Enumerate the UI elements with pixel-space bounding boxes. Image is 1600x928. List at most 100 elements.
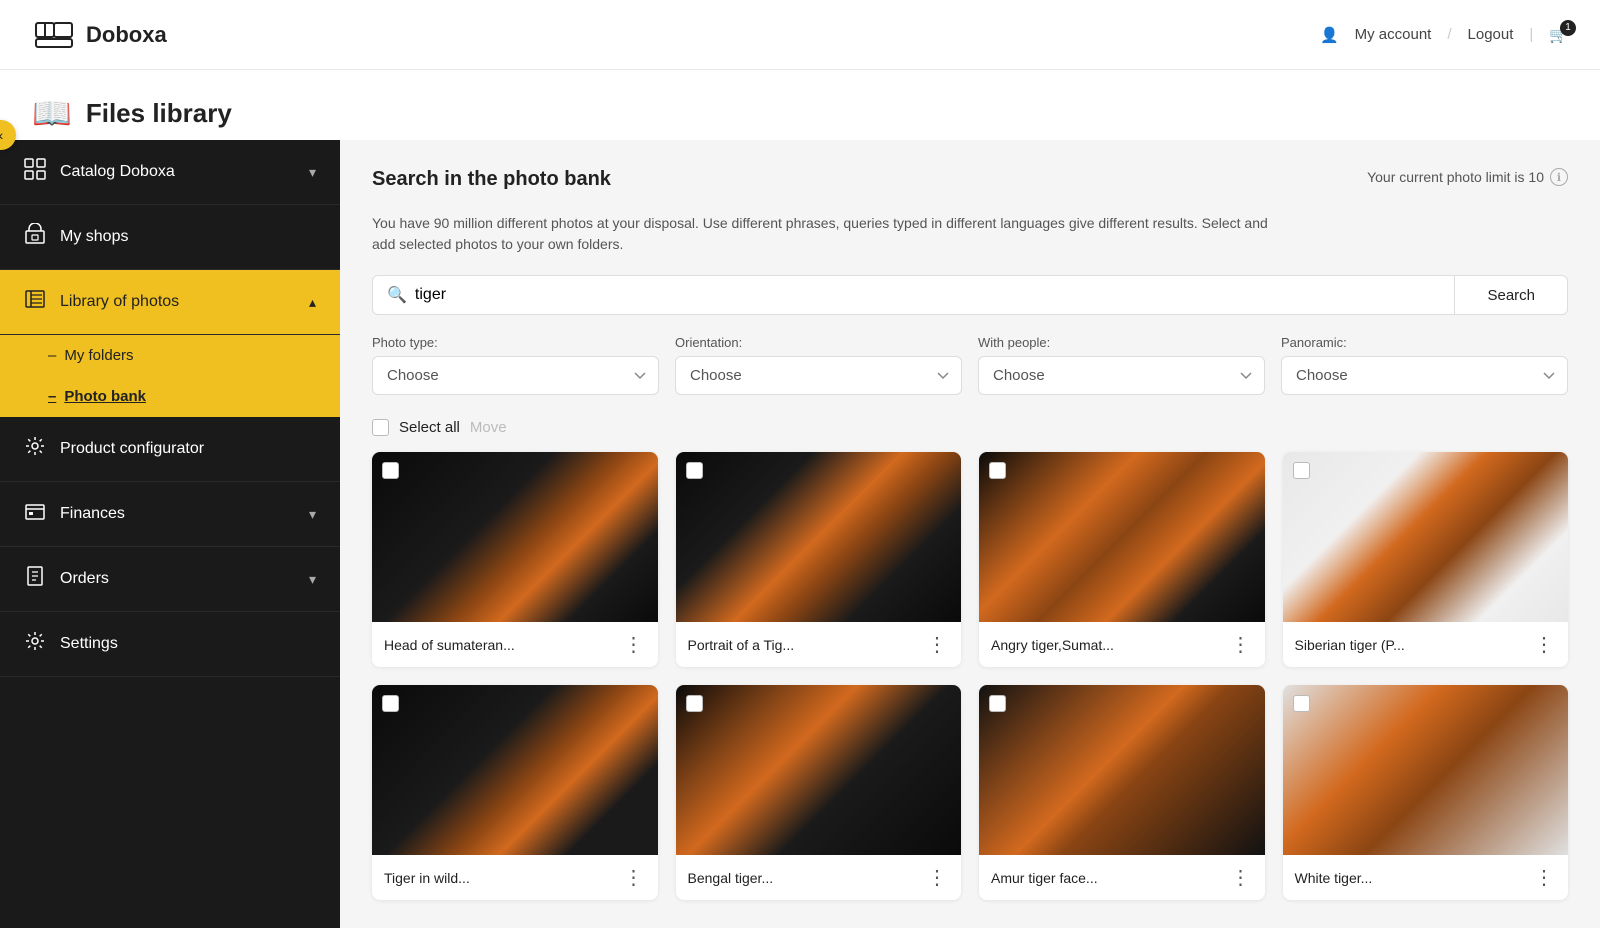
logout-link[interactable]: Logout	[1468, 26, 1514, 43]
select-all-checkbox[interactable]	[372, 419, 389, 436]
sidebar-item-settings[interactable]: Settings	[0, 612, 340, 677]
photo-card-4-image[interactable]	[1283, 452, 1569, 622]
filter-orientation-label: Orientation:	[675, 335, 962, 350]
photo-card-4-title: Siberian tiger (P...	[1295, 637, 1405, 653]
photo-card-2-image[interactable]	[676, 452, 962, 622]
filter-with-people-select[interactable]: Choose Yes No	[978, 356, 1265, 395]
sidebar-item-library-left: Library of photos	[24, 288, 179, 316]
photo-card-2-checkbox[interactable]	[686, 462, 703, 479]
photo-card-8: White tiger... ⋮	[1283, 685, 1569, 900]
photo-card-1-top	[372, 452, 658, 622]
sidebar-item-my-shops[interactable]: My shops	[0, 205, 340, 270]
sidebar-label-my-shops: My shops	[60, 228, 128, 246]
photo-card-3-top	[979, 452, 1265, 622]
cart-icon[interactable]: 🛒 1	[1549, 26, 1568, 44]
library-icon	[24, 288, 46, 316]
page-title: Files library	[86, 98, 232, 129]
filter-photo-type-select[interactable]: Choose Photo Illustration Vector	[372, 356, 659, 395]
topbar-separator: /	[1447, 26, 1451, 43]
photo-grid: Head of sumateran... ⋮ Portrait of a Tig…	[372, 452, 1568, 900]
sidebar-label-library: Library of photos	[60, 293, 179, 311]
logo-icon	[32, 13, 76, 57]
search-icon: 🔍	[387, 285, 407, 305]
photo-card-3-image[interactable]	[979, 452, 1265, 622]
search-input-wrap: 🔍	[372, 275, 1455, 315]
chevron-down-icon-finances: ▾	[309, 506, 316, 523]
photo-card-1-menu[interactable]: ⋮	[624, 632, 646, 657]
photo-card-8-image[interactable]	[1283, 685, 1569, 855]
photo-card-6-menu[interactable]: ⋮	[927, 865, 949, 890]
photo-card-1-bottom: Head of sumateran... ⋮	[372, 622, 658, 667]
photo-card-7-checkbox[interactable]	[989, 695, 1006, 712]
photo-limit-text: Your current photo limit is 10	[1367, 169, 1544, 185]
photo-card-2-title: Portrait of a Tig...	[688, 637, 795, 653]
filter-orientation-select[interactable]: Choose Horizontal Vertical Square	[675, 356, 962, 395]
photo-card-7-top	[979, 685, 1265, 855]
photo-card-5-checkbox[interactable]	[382, 695, 399, 712]
filter-with-people-label: With people:	[978, 335, 1265, 350]
section-title: Search in the photo bank	[372, 168, 611, 191]
my-account-link[interactable]: My account	[1355, 26, 1432, 43]
photo-card-5-top	[372, 685, 658, 855]
page-header: 📖 Files library	[0, 70, 1600, 140]
photo-card-4-bottom: Siberian tiger (P... ⋮	[1283, 622, 1569, 667]
photo-card-4-checkbox[interactable]	[1293, 462, 1310, 479]
sidebar-item-product-configurator-left: Product configurator	[24, 435, 204, 463]
chevron-up-icon-library: ▴	[309, 294, 316, 311]
sidebar-item-product-configurator[interactable]: Product configurator	[0, 417, 340, 482]
finances-icon	[24, 500, 46, 528]
sidebar-item-orders[interactable]: Orders ▾	[0, 547, 340, 612]
photo-card-6-checkbox[interactable]	[686, 695, 703, 712]
photo-card-5-image[interactable]	[372, 685, 658, 855]
photo-card-3-checkbox[interactable]	[989, 462, 1006, 479]
content-area: Search in the photo bank Your current ph…	[340, 140, 1600, 928]
catalog-icon	[24, 158, 46, 186]
photo-card-3-menu[interactable]: ⋮	[1231, 632, 1253, 657]
photo-card-8-title: White tiger...	[1295, 870, 1373, 886]
sidebar-label-product-configurator: Product configurator	[60, 440, 204, 458]
settings-icon	[24, 630, 46, 658]
photo-card-1: Head of sumateran... ⋮	[372, 452, 658, 667]
sidebar-item-catalog[interactable]: Catalog Doboxa ▾	[0, 140, 340, 205]
select-all-row: Select all Move	[372, 419, 1568, 436]
sidebar-sub-item-my-folders[interactable]: – My folders	[0, 335, 340, 376]
photo-card-6-image[interactable]	[676, 685, 962, 855]
filters-row: Photo type: Choose Photo Illustration Ve…	[372, 335, 1568, 395]
photo-card-8-menu[interactable]: ⋮	[1534, 865, 1556, 890]
photo-card-1-checkbox[interactable]	[382, 462, 399, 479]
photo-card-5: Tiger in wild... ⋮	[372, 685, 658, 900]
sidebar-label-catalog: Catalog Doboxa	[60, 163, 175, 181]
photo-card-6-title: Bengal tiger...	[688, 870, 774, 886]
sidebar-label-settings: Settings	[60, 635, 118, 653]
filter-panoramic-select[interactable]: Choose Yes No	[1281, 356, 1568, 395]
filter-panoramic-label: Panoramic:	[1281, 335, 1568, 350]
dash-icon-photo-bank: –	[48, 388, 56, 405]
photo-card-6-bottom: Bengal tiger... ⋮	[676, 855, 962, 900]
sidebar-item-library[interactable]: Library of photos ▴	[0, 270, 340, 335]
photo-card-7-image[interactable]	[979, 685, 1265, 855]
user-icon: 👤	[1320, 26, 1339, 44]
sidebar-sub-item-photo-bank[interactable]: – Photo bank	[0, 376, 340, 417]
photo-card-1-image[interactable]	[372, 452, 658, 622]
sidebar-item-catalog-left: Catalog Doboxa	[24, 158, 175, 186]
move-label[interactable]: Move	[470, 419, 507, 436]
photo-card-2-menu[interactable]: ⋮	[927, 632, 949, 657]
photo-card-8-checkbox[interactable]	[1293, 695, 1310, 712]
sidebar-item-my-shops-left: My shops	[24, 223, 128, 251]
photo-card-7-menu[interactable]: ⋮	[1231, 865, 1253, 890]
photo-card-6: Bengal tiger... ⋮	[676, 685, 962, 900]
main-layout: ‹ Catalog Doboxa ▾ My shops	[0, 140, 1600, 928]
sidebar-item-finances[interactable]: Finances ▾	[0, 482, 340, 547]
search-button[interactable]: Search	[1455, 275, 1568, 315]
photo-card-7-bottom: Amur tiger face... ⋮	[979, 855, 1265, 900]
photo-card-5-menu[interactable]: ⋮	[624, 865, 646, 890]
photo-card-8-top	[1283, 685, 1569, 855]
info-icon[interactable]: ℹ	[1550, 168, 1568, 186]
sidebar-label-finances: Finances	[60, 505, 125, 523]
section-header: Search in the photo bank Your current ph…	[372, 168, 1568, 197]
app-logo-text: Doboxa	[86, 22, 167, 48]
photo-card-4-menu[interactable]: ⋮	[1534, 632, 1556, 657]
search-input[interactable]	[415, 276, 1441, 314]
photo-card-2-top	[676, 452, 962, 622]
filter-photo-type: Photo type: Choose Photo Illustration Ve…	[372, 335, 659, 395]
